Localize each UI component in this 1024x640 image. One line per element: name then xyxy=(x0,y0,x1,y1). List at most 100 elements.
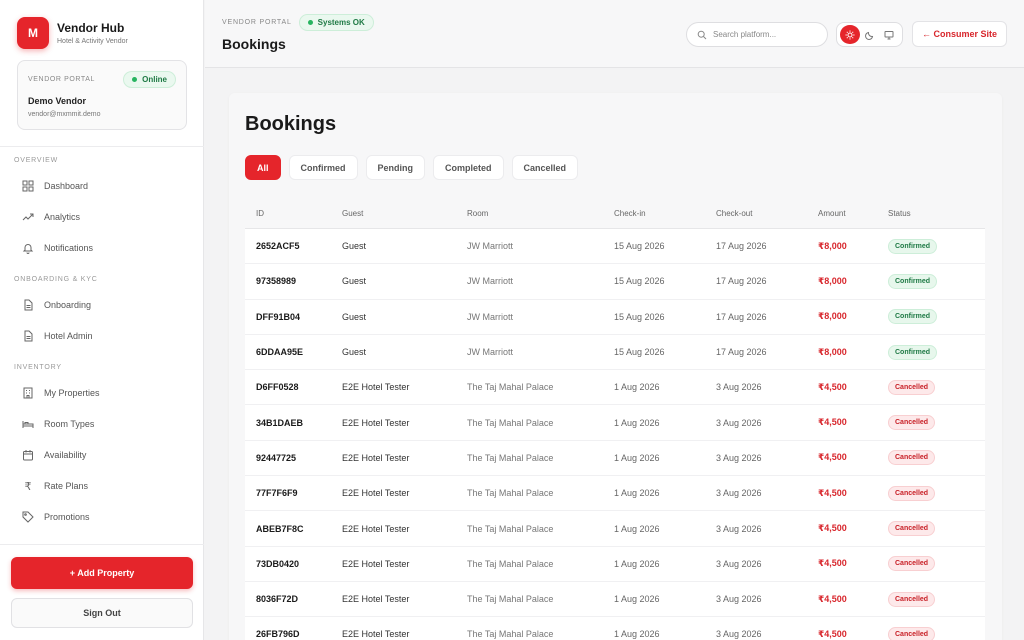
sidebar-item-dashboard[interactable]: Dashboard xyxy=(22,178,88,194)
status-dot-icon xyxy=(307,20,313,25)
sun-icon[interactable] xyxy=(840,25,860,44)
status-cell: Confirmed xyxy=(888,309,985,325)
search-box[interactable] xyxy=(686,22,828,47)
check-out-date: 3 Aug 2026 xyxy=(716,417,762,428)
status-badge: Cancelled xyxy=(888,521,936,537)
table-row[interactable]: 77F7F6F9 E2E Hotel Tester The Taj Mahal Pa… xyxy=(245,476,985,512)
sidebar-item-promotions[interactable]: Promotions xyxy=(22,509,90,525)
tab-pending[interactable]: Pending xyxy=(365,155,426,180)
nav-section-inventory: INVENTORY xyxy=(14,364,62,371)
sidebar-item-label: Dashboard xyxy=(44,181,89,191)
status-cell: Cancelled xyxy=(888,626,985,640)
top-header: VENDOR PORTAL Systems OK Bookings ← Cons… xyxy=(205,0,1024,68)
room-name: JW Marriott xyxy=(467,276,513,287)
status-badge: Cancelled xyxy=(888,626,936,640)
sign-out-button[interactable]: Sign Out xyxy=(11,598,193,628)
table-row[interactable]: D6FF0528 E2E Hotel Tester The Taj Mahal Pa… xyxy=(245,370,985,406)
booking-amount: ₹4,500 xyxy=(818,558,847,569)
check-in-date: 1 Aug 2026 xyxy=(614,382,660,393)
tab-confirmed[interactable]: Confirmed xyxy=(288,155,358,180)
grid-icon xyxy=(22,180,34,192)
consumer-site-button[interactable]: ← Consumer Site xyxy=(912,21,1007,47)
status-badge: Confirmed xyxy=(888,273,937,289)
moon-icon[interactable] xyxy=(860,25,880,44)
booking-id: 97358989 xyxy=(256,276,297,287)
guest-name: E2E Hotel Tester xyxy=(342,417,410,428)
tab-completed[interactable]: Completed xyxy=(433,155,504,180)
room-name: The Taj Mahal Palace xyxy=(467,417,554,428)
table-row[interactable]: 26FB796D E2E Hotel Tester The Taj Mahal Pa… xyxy=(245,617,985,640)
table-row[interactable]: 73DB0420 E2E Hotel Tester The Taj Mahal Pa… xyxy=(245,546,985,582)
monitor-icon[interactable] xyxy=(879,25,899,44)
search-icon xyxy=(697,30,707,40)
status-cell: Cancelled xyxy=(888,556,985,572)
column-header-check-in[interactable]: Check-in xyxy=(614,209,716,218)
sidebar-item-my-properties[interactable]: My Properties xyxy=(22,385,100,401)
sidebar-item-label: My Properties xyxy=(44,388,100,398)
check-in-date: 1 Aug 2026 xyxy=(614,594,660,605)
table-row[interactable]: 92447725 E2E Hotel Tester The Taj Mahal Pa… xyxy=(245,440,985,477)
booking-amount: ₹8,000 xyxy=(818,311,847,322)
table-row[interactable]: 2652ACF5 Guest JW Marriott 15 Aug 2026 17 Au… xyxy=(245,229,985,265)
booking-id: 77F7F6F9 xyxy=(256,488,298,499)
bookings-card: Bookings All Confirmed Pending Completed… xyxy=(229,93,1002,640)
rupee-icon: ₹ xyxy=(24,480,32,493)
check-in-date: 1 Aug 2026 xyxy=(614,488,660,499)
guest-name: E2E Hotel Tester xyxy=(342,488,410,499)
status-badge: Confirmed xyxy=(888,344,937,360)
calendar-icon xyxy=(22,449,34,461)
sidebar-item-room-types[interactable]: Room Types xyxy=(22,416,94,432)
sidebar-item-onboarding[interactable]: Onboarding xyxy=(22,297,91,313)
trending-up-icon xyxy=(22,211,34,223)
check-in-date: 1 Aug 2026 xyxy=(614,452,660,463)
column-header-room[interactable]: Room xyxy=(467,209,614,218)
table-row[interactable]: 97358989 Guest JW Marriott 15 Aug 2026 17 Au… xyxy=(245,264,985,300)
sidebar-divider xyxy=(0,146,204,147)
brand-subtitle: Hotel & Activity Vendor xyxy=(57,38,128,45)
brand-title: Vendor Hub xyxy=(57,21,125,35)
table-row[interactable]: 6DDAA95E Guest JW Marriott 15 Aug 2026 17 Au… xyxy=(245,334,985,371)
status-badge: Confirmed xyxy=(888,238,937,254)
sidebar-item-label: Onboarding xyxy=(44,300,92,310)
status-cell: Cancelled xyxy=(888,379,985,395)
sidebar-item-label: Availability xyxy=(44,450,87,460)
booking-amount: ₹4,500 xyxy=(818,593,847,604)
status-badge: Cancelled xyxy=(888,415,936,431)
sidebar-item-notifications[interactable]: Notifications xyxy=(22,240,93,256)
header-title: Bookings xyxy=(222,36,286,52)
booking-id: 73DB0420 xyxy=(256,558,300,569)
booking-amount: ₹4,500 xyxy=(818,523,847,534)
room-name: The Taj Mahal Palace xyxy=(467,488,554,499)
booking-amount: ₹4,500 xyxy=(818,381,847,392)
sidebar-item-hotel-admin[interactable]: Hotel Admin xyxy=(22,328,93,344)
brand[interactable]: M Vendor Hub Hotel & Activity Vendor xyxy=(17,17,128,49)
check-in-date: 15 Aug 2026 xyxy=(614,347,665,358)
column-header-status[interactable]: Status xyxy=(888,209,985,218)
sidebar-item-rate-plans[interactable]: ₹ Rate Plans xyxy=(22,478,89,494)
search-input[interactable] xyxy=(713,30,823,39)
check-out-date: 3 Aug 2026 xyxy=(716,594,762,605)
column-header-id[interactable]: ID xyxy=(245,209,342,218)
booking-amount: ₹8,000 xyxy=(818,346,847,357)
booking-id: 34B1DAEB xyxy=(256,417,304,428)
table-row[interactable]: ABEB7F8C E2E Hotel Tester The Taj Mahal Pa… xyxy=(245,511,985,547)
add-property-button[interactable]: + Add Property xyxy=(11,557,193,589)
table-row[interactable]: DFF91B04 Guest JW Marriott 15 Aug 2026 17 Au… xyxy=(245,299,985,335)
tab-cancelled[interactable]: Cancelled xyxy=(511,155,579,180)
vendor-card: VENDOR PORTAL Online Demo Vendor vendor@… xyxy=(17,60,187,130)
column-header-amount[interactable]: Amount xyxy=(818,209,888,218)
bell-icon xyxy=(22,242,34,254)
tab-all[interactable]: All xyxy=(245,155,281,180)
table-row[interactable]: 34B1DAEB E2E Hotel Tester The Taj Mahal Pa… xyxy=(245,405,985,441)
check-in-date: 15 Aug 2026 xyxy=(614,241,665,252)
column-header-check-out[interactable]: Check-out xyxy=(716,209,818,218)
tag-icon xyxy=(22,511,34,523)
column-header-guest[interactable]: Guest xyxy=(342,209,467,218)
sidebar-item-analytics[interactable]: Analytics xyxy=(22,209,80,225)
table-row[interactable]: 8036F72D E2E Hotel Tester The Taj Mahal Pa… xyxy=(245,581,985,618)
sidebar-item-availability[interactable]: Availability xyxy=(22,447,86,463)
status-cell: Confirmed xyxy=(888,273,985,289)
check-out-date: 17 Aug 2026 xyxy=(716,347,767,358)
room-name: JW Marriott xyxy=(467,311,513,322)
status-badge: Cancelled xyxy=(888,591,936,607)
